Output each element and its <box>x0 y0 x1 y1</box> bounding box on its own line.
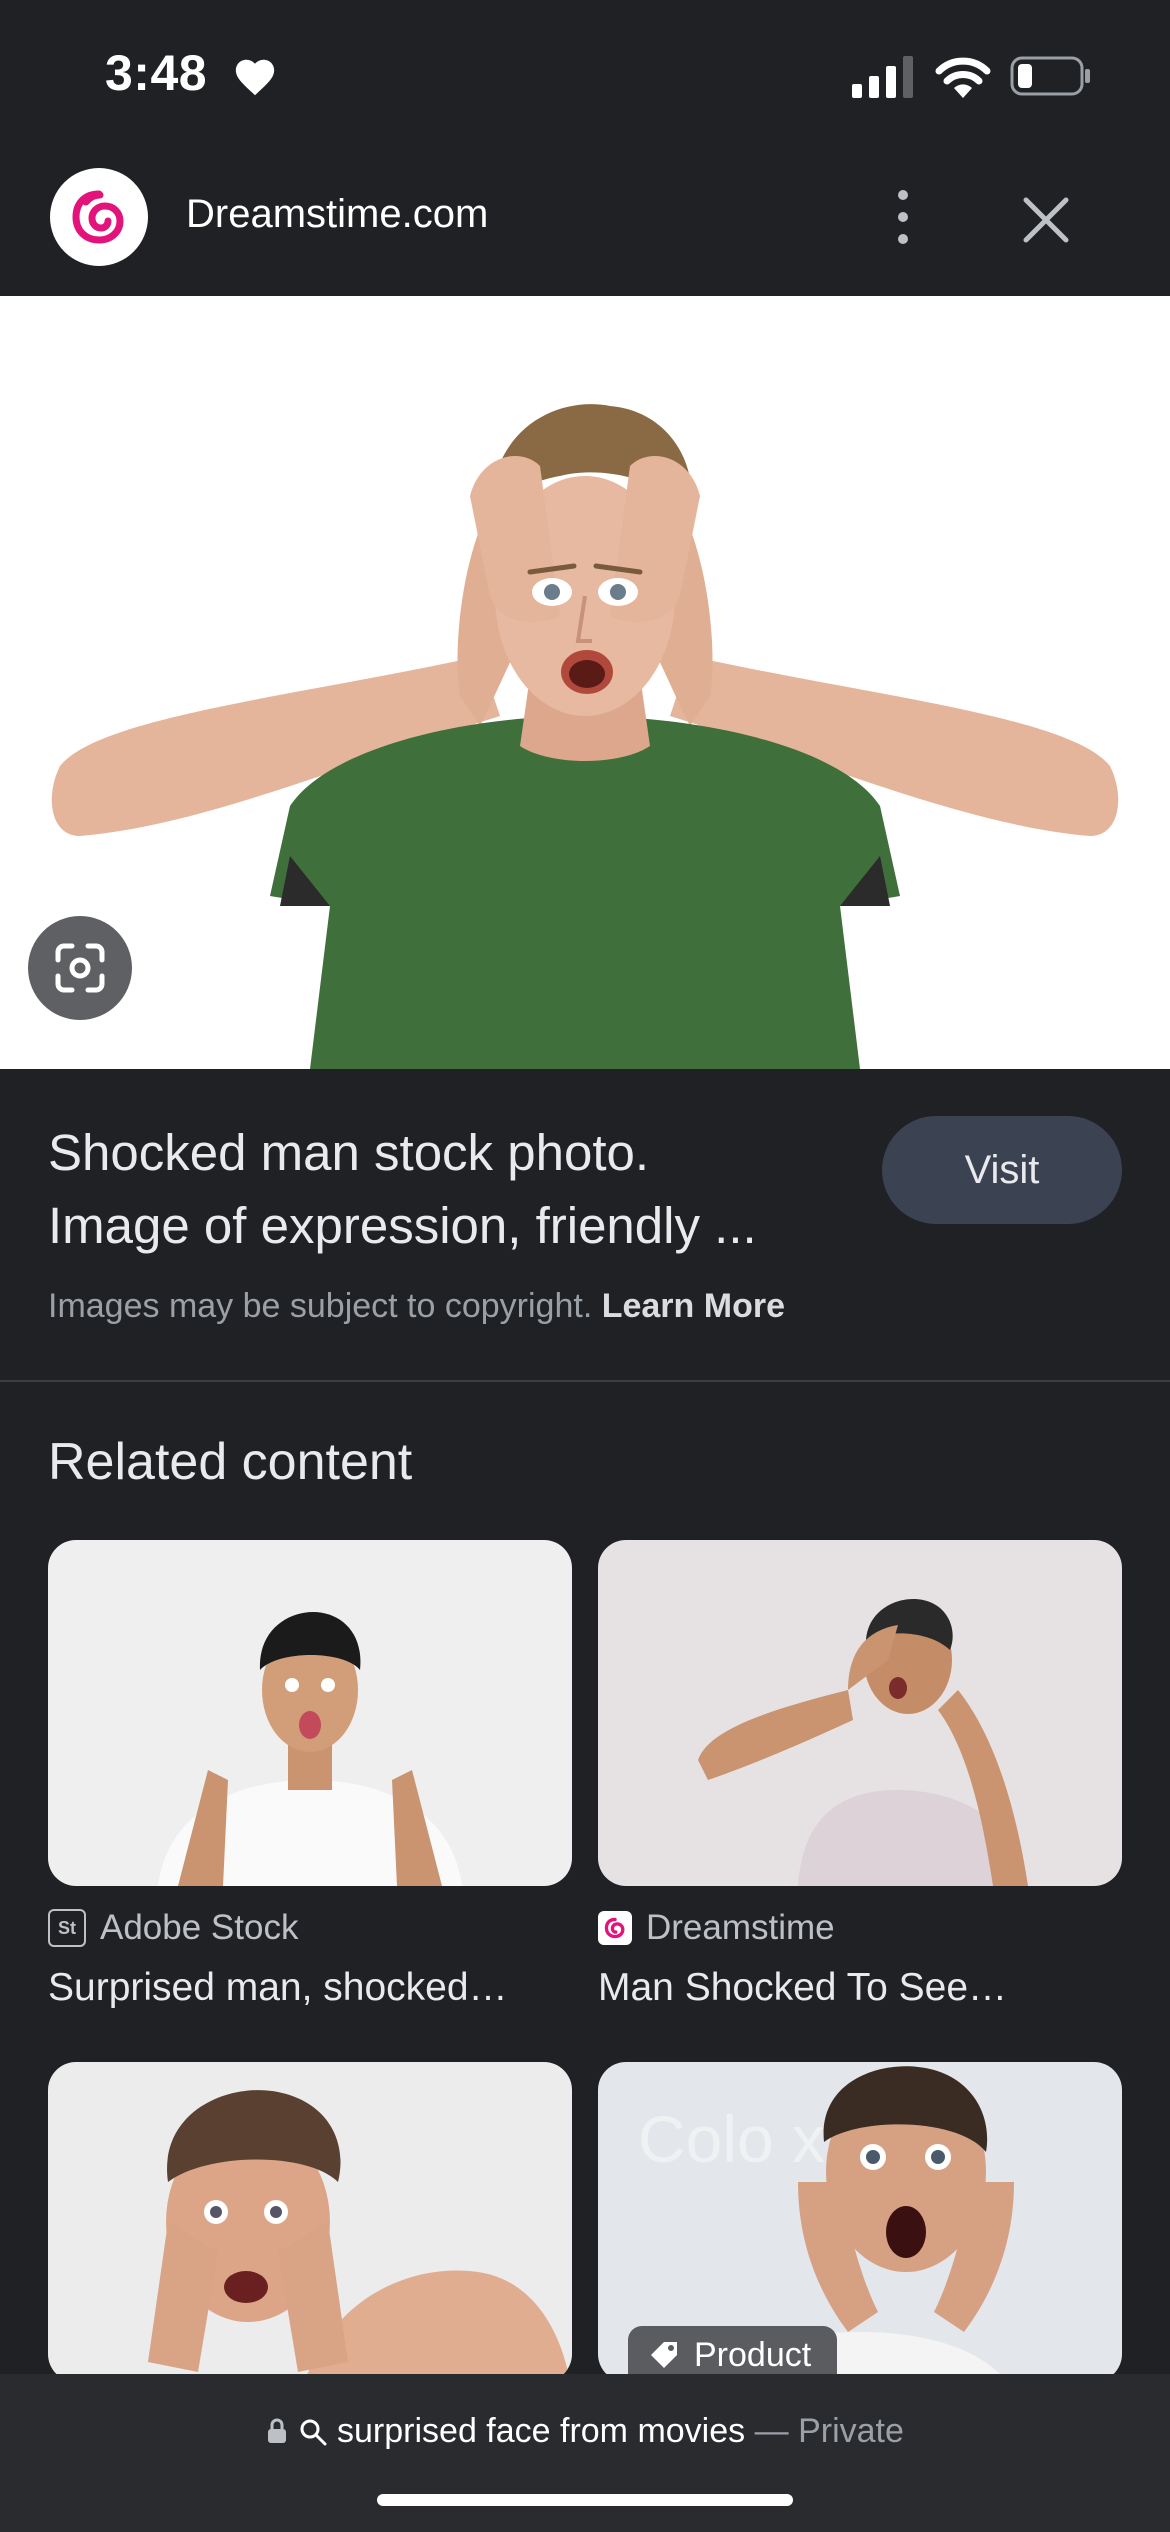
heart-icon <box>235 59 275 96</box>
screaming-man-thumbnail <box>48 2062 572 2382</box>
search-query: surprised face from movies <box>337 2412 746 2450</box>
card-source-label: Adobe Stock <box>100 1908 299 1947</box>
lock-icon <box>268 2418 287 2443</box>
card-title[interactable]: Man Shocked To See… <box>598 1966 1122 2010</box>
main-result-image[interactable] <box>0 296 1170 1069</box>
man-shocked-thumbnail <box>598 1540 1122 1886</box>
svg-text:Colo x: Colo x <box>638 2102 825 2176</box>
image-title-line-1: Shocked man stock photo. <box>48 1124 650 1181</box>
battery-icon <box>1010 56 1090 96</box>
dreamstime-icon <box>598 1911 632 1945</box>
home-indicator[interactable] <box>377 2494 793 2506</box>
search-icon <box>300 2419 327 2446</box>
copyright-text: Images may be subject to copyright. <box>48 1287 593 1325</box>
adobe-stock-icon: St <box>48 1909 86 1947</box>
bottom-address-bar <box>0 2374 1170 2532</box>
site-name[interactable]: Dreamstime.com <box>186 192 488 237</box>
related-card-image[interactable] <box>48 1540 572 1886</box>
site-logo[interactable] <box>50 168 148 266</box>
section-divider <box>0 1380 1170 1382</box>
dreamstime-logo-icon <box>72 190 124 244</box>
status-time: 3:48 <box>105 45 208 101</box>
tag-icon <box>651 2342 677 2368</box>
surprised-man-thumbnail <box>48 1540 572 1886</box>
card-source-label: Dreamstime <box>646 1908 835 1947</box>
product-badge-label: Product <box>694 2335 812 2374</box>
card-source: Dreamstime <box>598 1908 835 1948</box>
cellular-signal-icon <box>852 56 913 98</box>
image-title[interactable]: Shocked man stock photo. Image of expres… <box>48 1116 868 1262</box>
more-options-icon[interactable] <box>878 186 928 248</box>
learn-more-link[interactable]: Learn More <box>602 1287 785 1325</box>
close-icon[interactable] <box>1016 190 1076 250</box>
copyright-notice: Images may be subject to copyright. Lear… <box>48 1287 785 1326</box>
related-card-image[interactable] <box>48 2062 572 2382</box>
lens-icon <box>55 943 105 993</box>
card-title[interactable]: Surprised man, shocked… <box>48 1966 572 2010</box>
visit-button[interactable]: Visit <box>882 1116 1122 1224</box>
card-source: St Adobe Stock <box>48 1908 298 1948</box>
shocked-man-photo <box>0 296 1170 1069</box>
image-title-line-2: Image of expression, friendly ... <box>48 1197 757 1254</box>
wifi-icon <box>935 57 991 98</box>
private-mode-label: Private <box>798 2412 904 2450</box>
separator: — <box>754 2412 789 2450</box>
url-bar[interactable]: surprised face from movies — Private <box>0 2412 1170 2451</box>
related-card-image[interactable] <box>598 1540 1122 1886</box>
related-content-heading: Related content <box>48 1433 413 1491</box>
google-lens-button[interactable] <box>28 916 132 1020</box>
